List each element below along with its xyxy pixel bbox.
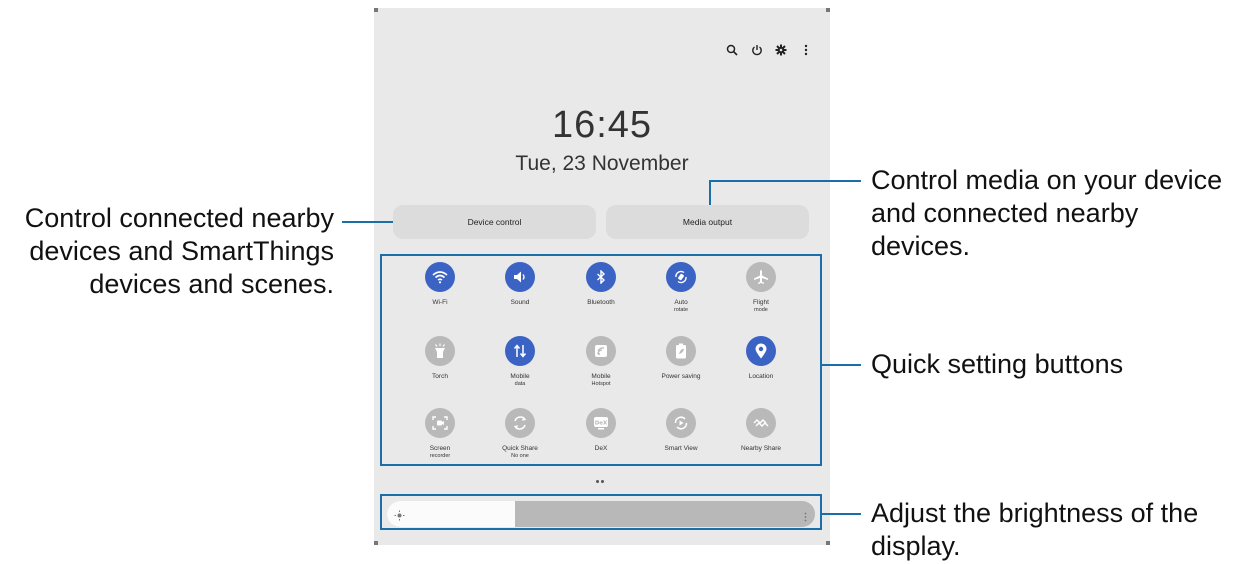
panel-corner xyxy=(374,8,378,12)
airplane-icon xyxy=(746,262,776,292)
brightness-slider[interactable] xyxy=(387,501,815,527)
tile-power-saving[interactable]: Power saving xyxy=(646,336,716,381)
tile-nearby-share[interactable]: Nearby Share xyxy=(726,408,796,453)
callout-line-brightness xyxy=(822,513,861,515)
tile-label: Mobile xyxy=(591,373,611,380)
callout-line-quick-settings xyxy=(822,364,861,366)
callout-device-control: Control connected nearby devices and Sma… xyxy=(24,203,334,299)
tile-sublabel: recorder xyxy=(429,453,451,459)
clock-date: Tue, 23 November xyxy=(515,152,689,175)
tile-label: Power saving xyxy=(661,373,701,380)
callout-line-media-output-h xyxy=(709,180,861,182)
tile-sublabel: No one xyxy=(511,453,529,459)
gear-icon[interactable] xyxy=(773,42,789,58)
wifi-icon xyxy=(425,262,455,292)
tile-quick-share[interactable]: Quick Share No one xyxy=(485,408,555,460)
brightness-fill xyxy=(387,501,516,527)
power-saving-icon xyxy=(666,336,696,366)
tile-label: Auto xyxy=(674,299,688,306)
clock-time: 16:45 xyxy=(551,104,653,146)
tile-sound[interactable]: Sound xyxy=(485,262,555,307)
brightness-more-icon[interactable] xyxy=(804,509,807,527)
callout-quick-settings: Quick setting buttons xyxy=(871,349,1124,379)
callout-line-media-output-v xyxy=(709,180,711,205)
tile-label: Mobile xyxy=(510,373,530,380)
nearby-share-icon xyxy=(746,408,776,438)
panel-corner xyxy=(826,541,830,545)
panel-corner xyxy=(826,8,830,12)
hotspot-icon xyxy=(586,336,616,366)
panel-toolbar xyxy=(724,40,814,60)
tile-label: Wi-Fi xyxy=(432,299,448,306)
sound-icon xyxy=(505,262,535,292)
tile-flight-mode[interactable]: Flight mode xyxy=(726,262,796,314)
torch-icon xyxy=(425,336,455,366)
tile-bluetooth[interactable]: Bluetooth xyxy=(566,262,636,307)
callout-media-output: Control media on your device and connect… xyxy=(871,165,1223,261)
auto-rotate-icon xyxy=(666,262,696,292)
callout-brightness: Adjust the brightness of the display. xyxy=(871,498,1199,561)
svg-text:DeX: DeX xyxy=(595,421,608,427)
tile-label: DeX xyxy=(594,445,608,452)
panel-corner xyxy=(374,541,378,545)
tile-label: Sound xyxy=(510,299,530,306)
tile-label: Torch xyxy=(432,373,448,380)
tile-sublabel: data xyxy=(514,381,526,387)
page-indicator xyxy=(596,480,608,484)
location-icon xyxy=(746,336,776,366)
bluetooth-icon xyxy=(586,262,616,292)
tile-auto-rotate[interactable]: Auto rotate xyxy=(646,262,716,314)
tile-sublabel: mode xyxy=(754,307,768,313)
tile-label: Nearby Share xyxy=(740,445,782,452)
tile-dex[interactable]: DeX DeX xyxy=(566,408,636,453)
device-control-button[interactable]: Device control xyxy=(393,205,596,239)
tile-label: Flight xyxy=(753,299,769,306)
tile-label: Bluetooth xyxy=(587,299,615,306)
tile-label: Quick Share xyxy=(502,445,538,452)
smart-view-icon xyxy=(666,408,696,438)
dex-icon: DeX xyxy=(586,408,616,438)
tile-wifi[interactable]: Wi-Fi xyxy=(405,262,475,307)
power-icon[interactable] xyxy=(749,42,765,58)
tile-smart-view[interactable]: Smart View xyxy=(646,408,716,453)
tile-mobile-hotspot[interactable]: Mobile Hotspot xyxy=(566,336,636,388)
tile-mobile-data[interactable]: Mobile data xyxy=(485,336,555,388)
more-vert-icon[interactable] xyxy=(798,42,814,58)
quick-share-icon xyxy=(505,408,535,438)
tile-label: Screen xyxy=(429,445,451,452)
search-icon[interactable] xyxy=(724,42,740,58)
tile-label: Smart View xyxy=(664,445,698,452)
tile-screen-recorder[interactable]: Screen recorder xyxy=(405,408,475,460)
screen-recorder-icon xyxy=(425,408,455,438)
brightness-sun-icon xyxy=(394,508,405,526)
mobile-data-icon xyxy=(505,336,535,366)
media-output-button[interactable]: Media output xyxy=(606,205,809,239)
tile-sublabel: Hotspot xyxy=(591,381,611,387)
callout-line-device-control xyxy=(342,221,393,223)
tile-torch[interactable]: Torch xyxy=(405,336,475,381)
tile-location[interactable]: Location xyxy=(726,336,796,381)
tile-sublabel: rotate xyxy=(673,307,689,313)
tile-label: Location xyxy=(748,373,774,380)
